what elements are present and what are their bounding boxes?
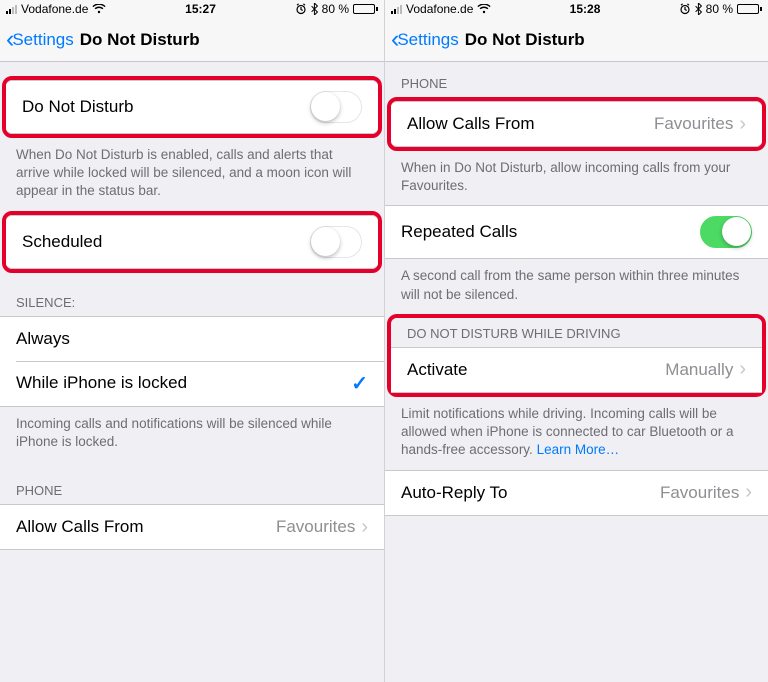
nav-title: Do Not Disturb xyxy=(465,30,585,50)
silence-always-label: Always xyxy=(16,329,70,349)
repeated-calls-footer: A second call from the same person withi… xyxy=(385,259,768,313)
screen-right: Vodafone.de 15:28 80 % ‹ Settings Do Not… xyxy=(384,0,768,682)
dnd-label: Do Not Disturb xyxy=(22,97,133,117)
wifi-icon xyxy=(92,4,106,14)
clock: 15:27 xyxy=(185,2,216,16)
back-button[interactable]: ‹ Settings xyxy=(6,27,74,52)
learn-more-link[interactable]: Learn More… xyxy=(537,442,620,457)
signal-icon xyxy=(6,4,17,14)
driving-header: DO NOT DISTURB WHILE DRIVING xyxy=(391,318,762,347)
nav-title: Do Not Disturb xyxy=(80,30,200,50)
driving-footer: Limit notifications while driving. Incom… xyxy=(385,397,768,470)
silence-locked-label: While iPhone is locked xyxy=(16,373,187,393)
back-label: Settings xyxy=(12,30,73,50)
repeated-calls-label: Repeated Calls xyxy=(401,222,517,242)
back-label: Settings xyxy=(397,30,458,50)
chevron-right-icon: › xyxy=(745,481,752,504)
nav-bar: ‹ Settings Do Not Disturb xyxy=(385,18,768,62)
screen-left: Vodafone.de 15:27 80 % ‹ Settings Do Not… xyxy=(0,0,384,682)
battery-pct: 80 % xyxy=(322,2,349,16)
wifi-icon xyxy=(477,4,491,14)
allow-calls-label: Allow Calls From xyxy=(407,114,535,134)
checkmark-icon: ✓ xyxy=(351,371,368,396)
allow-calls-value: Favourites xyxy=(654,114,733,134)
nav-bar: ‹ Settings Do Not Disturb xyxy=(0,18,384,62)
auto-reply-row[interactable]: Auto-Reply To Favourites › xyxy=(385,471,768,515)
silence-always-row[interactable]: Always xyxy=(0,317,384,361)
activate-label: Activate xyxy=(407,360,467,380)
scheduled-label: Scheduled xyxy=(22,232,102,252)
dnd-footer: When Do Not Disturb is enabled, calls an… xyxy=(0,138,384,211)
highlight-dnd: Do Not Disturb xyxy=(2,76,382,138)
silence-footer: Incoming calls and notifications will be… xyxy=(0,407,384,461)
activate-value: Manually xyxy=(665,360,733,380)
scheduled-row[interactable]: Scheduled xyxy=(6,216,378,268)
activate-row[interactable]: Activate Manually › xyxy=(391,348,762,392)
signal-icon xyxy=(391,4,402,14)
repeated-calls-row[interactable]: Repeated Calls xyxy=(385,206,768,258)
chevron-right-icon: › xyxy=(361,516,368,539)
auto-reply-label: Auto-Reply To xyxy=(401,483,507,503)
dnd-switch[interactable] xyxy=(310,91,362,123)
allow-calls-row[interactable]: Allow Calls From Favourites › xyxy=(391,102,762,146)
alarm-icon xyxy=(295,3,307,15)
auto-reply-value: Favourites xyxy=(660,483,739,503)
bluetooth-icon xyxy=(695,3,702,15)
phone-header: PHONE xyxy=(385,62,768,97)
bluetooth-icon xyxy=(311,3,318,15)
phone-header-left: PHONE xyxy=(0,461,384,504)
allow-calls-row-left[interactable]: Allow Calls From Favourites › xyxy=(0,505,384,549)
repeated-calls-switch[interactable] xyxy=(700,216,752,248)
scheduled-switch[interactable] xyxy=(310,226,362,258)
allow-calls-label-left: Allow Calls From xyxy=(16,517,144,537)
highlight-scheduled: Scheduled xyxy=(2,211,382,273)
chevron-right-icon: › xyxy=(739,358,746,381)
battery-icon xyxy=(353,4,378,14)
battery-icon xyxy=(737,4,762,14)
dnd-row[interactable]: Do Not Disturb xyxy=(6,81,378,133)
status-bar: Vodafone.de 15:28 80 % xyxy=(385,0,768,18)
alarm-icon xyxy=(679,3,691,15)
status-bar: Vodafone.de 15:27 80 % xyxy=(0,0,384,18)
battery-pct: 80 % xyxy=(706,2,733,16)
back-button[interactable]: ‹ Settings xyxy=(391,27,459,52)
silence-locked-row[interactable]: While iPhone is locked ✓ xyxy=(0,361,384,406)
allow-calls-value-left: Favourites xyxy=(276,517,355,537)
clock: 15:28 xyxy=(570,2,601,16)
carrier-label: Vodafone.de xyxy=(406,2,473,16)
allow-calls-footer: When in Do Not Disturb, allow incoming c… xyxy=(385,151,768,205)
silence-header: SILENCE: xyxy=(0,273,384,316)
highlight-allow-calls: Allow Calls From Favourites › xyxy=(387,97,766,151)
highlight-driving: DO NOT DISTURB WHILE DRIVING Activate Ma… xyxy=(387,314,766,397)
carrier-label: Vodafone.de xyxy=(21,2,88,16)
chevron-right-icon: › xyxy=(739,113,746,136)
